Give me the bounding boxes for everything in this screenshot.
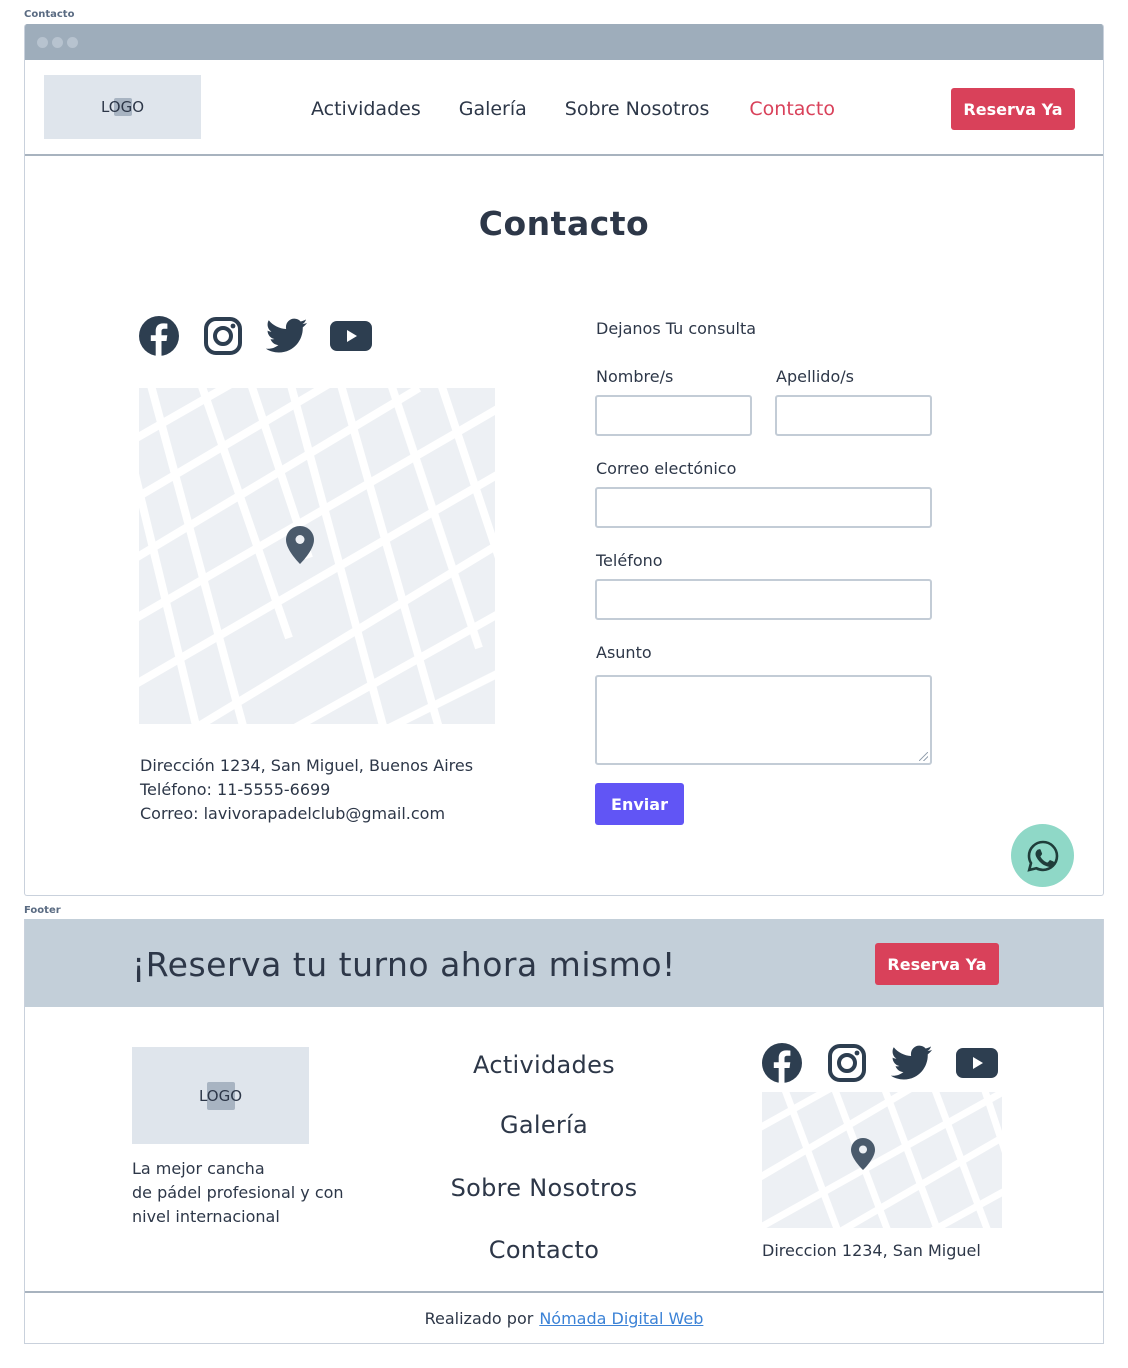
social-icons	[138, 315, 372, 357]
frame-label-footer: Footer	[24, 905, 61, 916]
footer-reserve-button[interactable]: Reserva Ya	[875, 943, 999, 985]
first-name-input[interactable]	[595, 395, 752, 436]
contact-page-frame: LOGO Actividades Galería Sobre Nosotros …	[24, 24, 1104, 896]
credits-link[interactable]: Nómada Digital Web	[539, 1309, 703, 1328]
twitter-icon[interactable]	[891, 1042, 933, 1084]
footer-cta-band: ¡Reserva tu turno ahora mismo! Reserva Y…	[25, 919, 1103, 1007]
resize-grip-icon[interactable]	[919, 752, 928, 761]
credits-bar: Realizado por Nómada Digital Web	[25, 1291, 1103, 1343]
youtube-icon[interactable]	[330, 315, 372, 357]
twitter-icon[interactable]	[266, 315, 308, 357]
frame-label-contacto: Contacto	[24, 9, 75, 20]
nav-link-sobre-nosotros[interactable]: Sobre Nosotros	[565, 98, 710, 120]
window-dot-icon	[52, 36, 63, 48]
window-dot-icon	[37, 36, 48, 48]
last-name-input[interactable]	[775, 395, 932, 436]
main-nav: Actividades Galería Sobre Nosotros Conta…	[311, 98, 873, 120]
phone-label: Teléfono	[596, 551, 663, 570]
nav-link-galeria[interactable]: Galería	[459, 98, 527, 120]
nav-link-contacto[interactable]: Contacto	[749, 98, 835, 120]
location-map[interactable]	[139, 388, 495, 724]
email-input[interactable]	[595, 487, 932, 528]
facebook-icon[interactable]	[138, 315, 180, 357]
footer-address: Direccion 1234, San Miguel	[762, 1241, 981, 1260]
footer-logo-text: LOGO	[198, 1086, 243, 1105]
instagram-icon[interactable]	[826, 1042, 868, 1084]
contact-info: Dirección 1234, San Miguel, Buenos Aires…	[140, 754, 473, 826]
instagram-icon[interactable]	[202, 315, 244, 357]
browser-title-bar	[25, 24, 1103, 60]
last-name-label: Apellido/s	[776, 367, 854, 386]
nav-link-actividades[interactable]: Actividades	[311, 98, 421, 120]
contact-email: Correo: lavivorapadelclub@gmail.com	[140, 804, 446, 823]
facebook-icon[interactable]	[761, 1042, 803, 1084]
email-label: Correo electónico	[596, 459, 737, 478]
footer-frame: ¡Reserva tu turno ahora mismo! Reserva Y…	[24, 919, 1104, 1344]
page-title: Contacto	[478, 204, 650, 243]
submit-button[interactable]: Enviar	[595, 783, 684, 825]
reserve-button[interactable]: Reserva Ya	[951, 88, 1075, 130]
contact-phone: Teléfono: 11-5555-6699	[140, 780, 331, 799]
subject-textarea[interactable]	[595, 675, 932, 765]
whatsapp-button[interactable]	[1011, 824, 1074, 887]
footer-description-line: nivel internacional	[132, 1207, 280, 1226]
contact-address: Dirección 1234, San Miguel, Buenos Aires	[140, 756, 474, 775]
site-header: LOGO Actividades Galería Sobre Nosotros …	[25, 60, 1103, 156]
window-dot-icon	[67, 36, 78, 48]
youtube-icon[interactable]	[956, 1042, 998, 1084]
whatsapp-icon	[1026, 840, 1058, 872]
header-logo[interactable]: LOGO	[44, 75, 201, 139]
footer-cta-text: ¡Reserva tu turno ahora mismo!	[132, 945, 676, 984]
footer-location-map[interactable]	[762, 1092, 1002, 1228]
first-name-label: Nombre/s	[596, 367, 674, 386]
footer-social-icons	[761, 1042, 998, 1084]
phone-input[interactable]	[595, 579, 932, 620]
credits-prefix: Realizado por	[424, 1309, 534, 1328]
subject-label: Asunto	[596, 643, 652, 662]
logo-text: LOGO	[100, 98, 145, 116]
form-heading: Dejanos Tu consulta	[596, 319, 757, 338]
